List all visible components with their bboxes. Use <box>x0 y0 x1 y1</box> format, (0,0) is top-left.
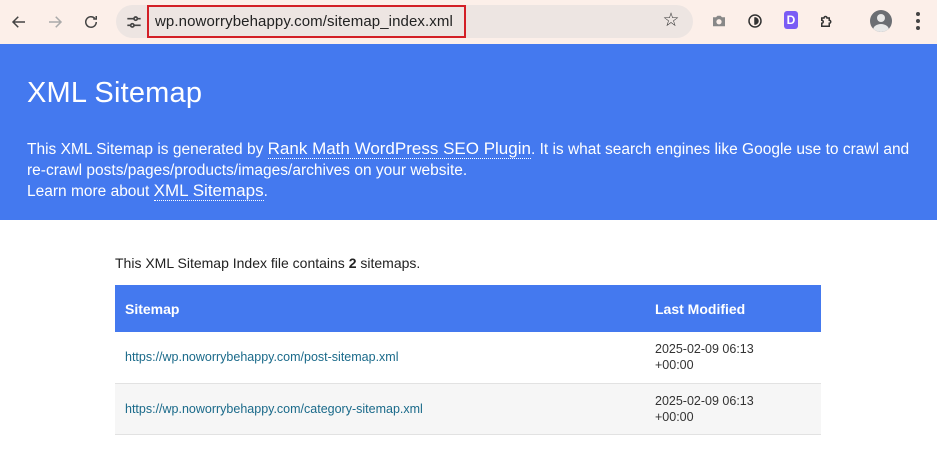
intro-after: sitemaps. <box>356 255 421 271</box>
date-line1: 2025-02-09 06:13 <box>655 393 754 408</box>
xml-sitemaps-link[interactable]: XML Sitemaps <box>153 181 264 201</box>
puzzle-icon[interactable] <box>817 11 837 31</box>
kebab-menu-icon[interactable] <box>908 10 928 32</box>
table-header-row: Sitemap Last Modified <box>115 285 821 332</box>
desc-text-before: This XML Sitemap is generated by <box>27 141 268 158</box>
intro-before: This XML Sitemap Index file contains <box>115 255 349 271</box>
learn-text-before: Learn more about <box>27 183 154 200</box>
table-row: https://wp.noworrybehappy.com/post-sitem… <box>115 332 821 384</box>
star-icon[interactable]: ☆ <box>661 11 681 31</box>
sitemap-link[interactable]: https://wp.noworrybehappy.com/post-sitem… <box>115 332 645 384</box>
back-arrow-icon[interactable] <box>5 8 33 36</box>
url-field[interactable]: wp.noworrybehappy.com/sitemap_index.xml <box>147 5 466 38</box>
last-modified-cell: 2025-02-09 06:13 +00:00 <box>645 383 821 435</box>
forward-arrow-icon[interactable] <box>41 8 69 36</box>
table-row: https://wp.noworrybehappy.com/category-s… <box>115 383 821 435</box>
date-line2: +00:00 <box>655 358 694 373</box>
column-header-last-modified: Last Modified <box>645 285 821 332</box>
learn-more-line: Learn more about XML Sitemaps. <box>27 180 268 202</box>
site-info-icon[interactable] <box>124 12 144 32</box>
browser-toolbar: wp.noworrybehappy.com/sitemap_index.xml … <box>0 0 937 44</box>
sitemap-table: Sitemap Last Modified https://wp.noworry… <box>115 285 821 435</box>
d-extension-icon[interactable]: D <box>784 11 798 29</box>
address-bar[interactable]: wp.noworrybehappy.com/sitemap_index.xml … <box>116 5 693 38</box>
learn-text-after: . <box>263 183 268 200</box>
sitemap-link[interactable]: https://wp.noworrybehappy.com/category-s… <box>115 383 645 435</box>
sitemap-count-text: This XML Sitemap Index file contains 2 s… <box>115 255 420 271</box>
date-line1: 2025-02-09 06:13 <box>655 342 754 357</box>
camera-icon[interactable] <box>709 11 729 31</box>
extension-icon[interactable] <box>745 11 765 31</box>
sitemap-header: XML Sitemap This XML Sitemap is generate… <box>0 44 937 220</box>
reload-icon[interactable] <box>77 8 105 36</box>
page-title: XML Sitemap <box>27 77 203 109</box>
avatar-icon[interactable] <box>870 10 892 32</box>
sitemap-count: 2 <box>348 255 357 271</box>
last-modified-cell: 2025-02-09 06:13 +00:00 <box>645 332 821 384</box>
column-header-sitemap: Sitemap <box>115 285 645 332</box>
header-description: This XML Sitemap is generated by Rank Ma… <box>27 138 917 181</box>
date-line2: +00:00 <box>655 409 694 424</box>
rank-math-link[interactable]: Rank Math WordPress SEO Plugin <box>267 139 531 159</box>
